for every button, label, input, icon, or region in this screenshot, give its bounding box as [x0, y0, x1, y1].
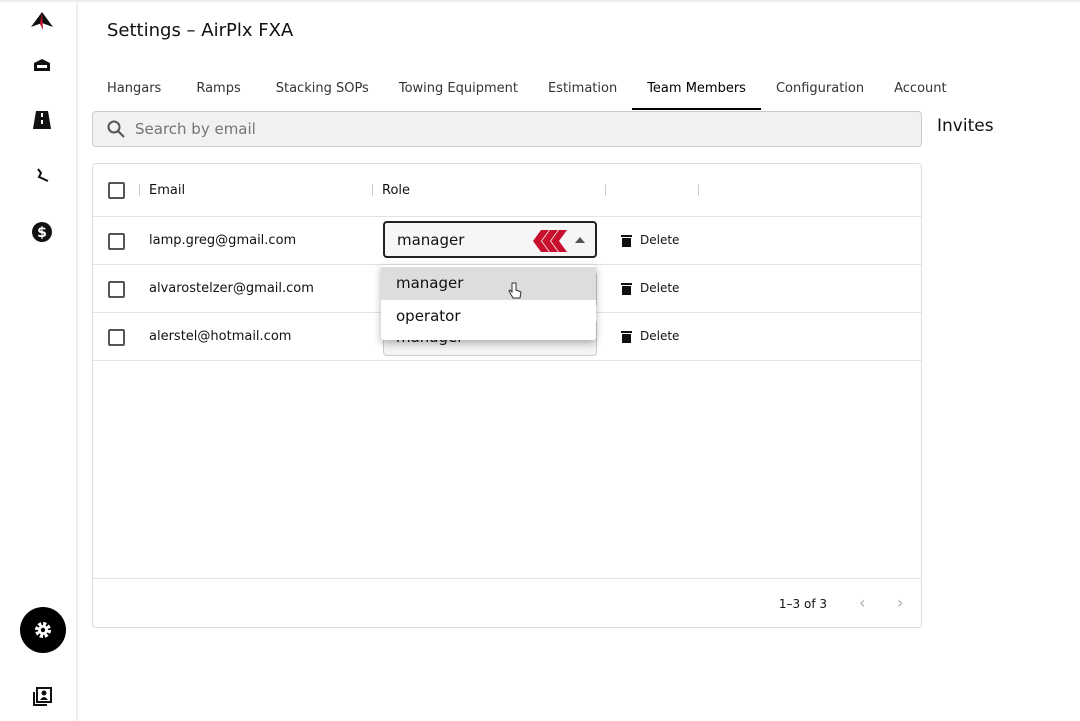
towing-icon[interactable] — [29, 162, 55, 188]
table-footer: 1–3 of 3 ‹ › — [93, 578, 921, 628]
table-row: lamp.greg@gmail.com manager Delete — [93, 217, 921, 265]
tab-account[interactable]: Account — [879, 74, 962, 110]
next-page-button[interactable]: › — [897, 593, 903, 612]
invites-heading: Invites — [937, 116, 994, 136]
email-cell: lamp.greg@gmail.com — [149, 233, 297, 248]
menu-item-operator[interactable]: operator — [381, 300, 596, 333]
tab-estimation[interactable]: Estimation — [533, 74, 632, 110]
trash-icon — [621, 330, 632, 343]
delete-label: Delete — [640, 329, 680, 343]
delete-button[interactable]: Delete — [621, 233, 679, 247]
search-icon — [107, 120, 125, 138]
pagination-count: 1–3 of 3 — [778, 597, 827, 611]
chevrons-annotation-icon — [533, 230, 567, 252]
row-checkbox[interactable] — [108, 233, 125, 250]
hangar-icon[interactable] — [29, 52, 55, 78]
role-dropdown-menu: manager operator — [381, 265, 596, 340]
role-value: manager — [397, 231, 465, 249]
top-border — [0, 0, 1080, 2]
column-header-role[interactable]: Role — [382, 183, 410, 198]
settings-gear-button[interactable] — [20, 607, 66, 653]
logo-icon[interactable] — [29, 8, 55, 34]
trash-icon — [621, 234, 632, 247]
delete-label: Delete — [640, 233, 680, 247]
email-cell: alvarostelzer@gmail.com — [149, 281, 314, 296]
tab-hangars[interactable]: Hangars — [92, 74, 176, 110]
page-title: Settings – AirPlx FXA — [107, 20, 294, 41]
row-checkbox[interactable] — [108, 329, 125, 346]
role-select[interactable]: manager — [383, 221, 597, 258]
delete-label: Delete — [640, 281, 680, 295]
dollar-icon[interactable]: $ — [29, 219, 55, 245]
search-bar — [92, 111, 922, 147]
sidebar: $ — [0, 0, 78, 721]
delete-button[interactable]: Delete — [621, 281, 679, 295]
caret-up-icon — [575, 237, 585, 243]
trash-icon — [621, 282, 632, 295]
menu-item-manager[interactable]: manager — [381, 267, 596, 300]
prev-page-button[interactable]: ‹ — [859, 593, 865, 612]
gear-icon — [35, 622, 51, 638]
table-header: Email Role — [93, 164, 921, 217]
tab-team-members[interactable]: Team Members — [632, 74, 761, 110]
hand-cursor-icon — [508, 282, 522, 299]
svg-text:$: $ — [37, 225, 47, 241]
select-all-checkbox[interactable] — [108, 182, 125, 199]
tab-towing-equipment[interactable]: Towing Equipment — [384, 74, 533, 110]
delete-button[interactable]: Delete — [621, 329, 679, 343]
team-contacts-icon[interactable] — [29, 684, 55, 710]
search-input[interactable] — [135, 120, 835, 138]
tab-ramps[interactable]: Ramps — [176, 74, 260, 110]
column-header-email[interactable]: Email — [149, 183, 185, 198]
tab-configuration[interactable]: Configuration — [761, 74, 879, 110]
team-members-table: Email Role lamp.greg@gmail.com manager D… — [92, 163, 922, 628]
email-cell: alerstel@hotmail.com — [149, 329, 292, 344]
tab-stacking-sops[interactable]: Stacking SOPs — [261, 74, 384, 110]
settings-tabs: Hangars Ramps Stacking SOPs Towing Equip… — [92, 74, 962, 110]
row-checkbox[interactable] — [108, 281, 125, 298]
ramp-road-icon[interactable] — [29, 107, 55, 133]
